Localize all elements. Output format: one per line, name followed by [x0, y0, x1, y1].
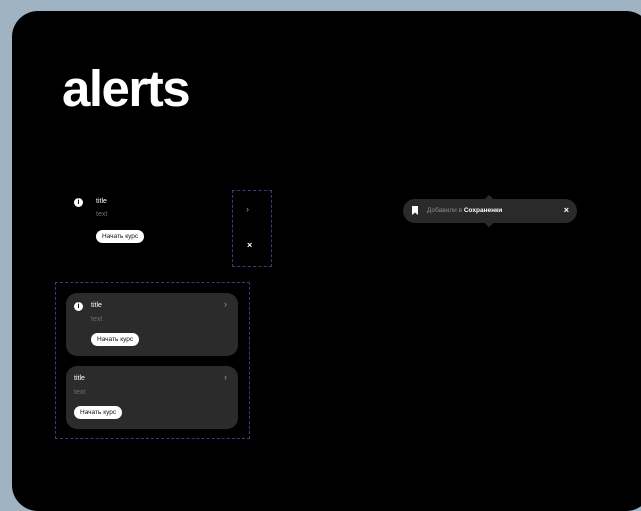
chevron-right-icon[interactable]: ›: [224, 299, 227, 309]
alert-actions-column: › ×: [232, 190, 272, 267]
start-course-button[interactable]: Начать курс: [74, 406, 123, 419]
start-course-button[interactable]: Начать курс: [96, 230, 145, 243]
alert-plain: i title text Начать курс: [72, 197, 212, 259]
card-title: title: [91, 302, 102, 309]
close-icon[interactable]: ×: [247, 240, 252, 250]
alerts-frame: alerts i title text Начать курс › × Доба…: [12, 11, 641, 511]
alert-card-with-icon: i title text Начать курс ›: [66, 293, 238, 356]
card-title: title: [74, 375, 85, 382]
alert-card-plain: title text Начать курс ›: [66, 366, 238, 429]
info-icon: i: [74, 198, 83, 207]
page-title: alerts: [62, 60, 191, 117]
saved-toast: Добавили в Сохраненки ×: [403, 194, 577, 228]
card-text: text: [91, 316, 103, 323]
alert-title: title: [96, 198, 107, 205]
chevron-right-icon[interactable]: ›: [224, 372, 227, 382]
toast-prefix: Добавили в: [427, 206, 463, 214]
info-icon: i: [74, 302, 83, 311]
card-text: text: [74, 389, 86, 396]
toast-message: Добавили в Сохраненки: [427, 207, 502, 214]
bookmark-icon: [412, 206, 418, 215]
toast-arrow-bottom: [484, 218, 494, 228]
saved-link[interactable]: Сохраненки: [464, 207, 502, 214]
start-course-button[interactable]: Начать курс: [91, 333, 140, 346]
toast-arrow-top: [484, 194, 494, 204]
cards-container: i title text Начать курс › title text На…: [55, 282, 250, 439]
close-icon[interactable]: ×: [564, 205, 569, 215]
alert-text: text: [96, 211, 108, 218]
chevron-right-icon[interactable]: ›: [246, 204, 249, 214]
